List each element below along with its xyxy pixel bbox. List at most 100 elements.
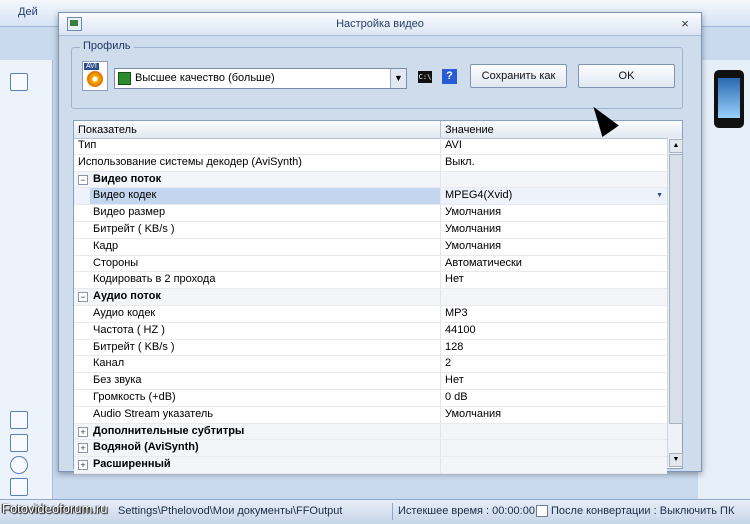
category-label: Аудио поток bbox=[93, 290, 161, 303]
background-title-fragment: Дей bbox=[18, 6, 38, 18]
column-divider bbox=[440, 339, 441, 356]
property-value[interactable]: 0 dB bbox=[445, 391, 468, 403]
avi-label: AVI bbox=[84, 63, 99, 70]
device-icon[interactable] bbox=[10, 478, 28, 496]
shutdown-checkbox[interactable] bbox=[536, 505, 548, 517]
chevron-down-icon[interactable]: ▼ bbox=[656, 192, 663, 199]
dialog-title: Настройка видео bbox=[336, 18, 424, 30]
property-name: Audio Stream указатель bbox=[93, 407, 213, 420]
command-line-icon[interactable]: C:\ bbox=[418, 71, 432, 83]
column-divider bbox=[440, 221, 441, 238]
property-value[interactable]: 44100 bbox=[445, 324, 476, 336]
collapse-icon[interactable]: − bbox=[78, 292, 88, 303]
property-row[interactable]: Громкость (+dB) 0 dB bbox=[74, 389, 667, 407]
vertical-scrollbar[interactable]: ▲ ▼ bbox=[667, 138, 683, 467]
property-value[interactable]: 128 bbox=[445, 341, 463, 353]
property-row[interactable]: Частота ( HZ ) 44100 bbox=[74, 322, 667, 340]
column-header-name[interactable]: Показатель bbox=[78, 124, 137, 136]
column-divider[interactable] bbox=[440, 121, 441, 138]
column-divider bbox=[440, 305, 441, 322]
property-name: Громкость (+dB) bbox=[93, 390, 176, 403]
category-row[interactable]: + Дополнительные субтитры bbox=[74, 423, 667, 441]
property-row[interactable]: Audio Stream указатель Умолчания bbox=[74, 406, 667, 424]
property-row[interactable]: Аудио кодек MP3 bbox=[74, 305, 667, 323]
property-grid: Показатель Значение Тип AVI Использование … bbox=[73, 120, 683, 474]
category-row[interactable]: − Видео поток bbox=[74, 171, 667, 189]
property-value[interactable]: MPEG4(Xvid) bbox=[445, 189, 512, 201]
property-row[interactable]: Тип AVI bbox=[74, 138, 667, 155]
audio-icon[interactable] bbox=[10, 411, 28, 429]
property-row[interactable]: Без звука Нет bbox=[74, 373, 667, 390]
property-name: Без звука bbox=[93, 374, 142, 387]
category-label: Видео поток bbox=[93, 172, 162, 185]
dialog-titlebar[interactable]: Настройка видео × bbox=[59, 13, 701, 36]
property-name: Кодировать в 2 прохода bbox=[93, 273, 216, 286]
disc-icon bbox=[87, 71, 103, 87]
property-row[interactable]: Видео кодек MPEG4(Xvid) ▼ bbox=[74, 188, 667, 206]
column-header-value[interactable]: Значение bbox=[445, 124, 494, 136]
property-name: Стороны bbox=[93, 256, 139, 269]
ok-button[interactable]: OK bbox=[578, 64, 675, 88]
column-divider bbox=[440, 423, 441, 440]
category-row[interactable]: + Водяной (AviSynth) bbox=[74, 440, 667, 458]
property-name: Тип bbox=[78, 139, 97, 151]
property-row[interactable]: Битрейт ( KB/s ) Умолчания bbox=[74, 221, 667, 239]
watermark: Fotovideoforum.ru bbox=[2, 501, 108, 516]
category-row[interactable]: − Аудио поток bbox=[74, 289, 667, 306]
property-name: Кадр bbox=[93, 239, 119, 252]
property-name: Частота ( HZ ) bbox=[93, 323, 165, 336]
category-label: Водяной (AviSynth) bbox=[93, 441, 199, 454]
expand-icon[interactable]: + bbox=[78, 460, 88, 471]
property-row[interactable]: Использование системы декодер (AviSynth)… bbox=[74, 154, 667, 172]
property-value[interactable]: Автоматически bbox=[445, 257, 522, 269]
property-value[interactable]: Умолчания bbox=[445, 223, 501, 235]
property-value[interactable]: Выкл. bbox=[445, 156, 475, 168]
chevron-down-icon[interactable]: ▼ bbox=[390, 69, 406, 88]
film-icon bbox=[118, 72, 131, 85]
property-value[interactable]: MP3 bbox=[445, 307, 468, 319]
category-label: Дополнительные субтитры bbox=[93, 424, 245, 437]
property-row[interactable]: Кодировать в 2 прохода Нет bbox=[74, 272, 667, 290]
profile-select[interactable]: Высшее качество (больше) ▼ bbox=[114, 68, 407, 89]
scroll-down-icon[interactable]: ▼ bbox=[669, 453, 683, 467]
category-row[interactable]: + Расширенный bbox=[74, 457, 667, 474]
property-value[interactable]: Умолчания bbox=[445, 206, 501, 218]
list-icon[interactable] bbox=[10, 73, 28, 91]
property-row[interactable]: Стороны Автоматически bbox=[74, 255, 667, 273]
property-name: Аудио кодек bbox=[93, 306, 156, 319]
scroll-thumb[interactable] bbox=[669, 154, 683, 424]
property-value[interactable]: Нет bbox=[445, 273, 464, 285]
disc-icon[interactable] bbox=[10, 456, 28, 474]
category-label: Расширенный bbox=[93, 458, 171, 471]
profile-legend: Профиль bbox=[80, 40, 134, 52]
save-as-button[interactable]: Сохранить как bbox=[470, 64, 567, 88]
property-row[interactable]: Кадр Умолчания bbox=[74, 238, 667, 256]
column-divider bbox=[440, 389, 441, 406]
grid-header: Показатель Значение bbox=[74, 121, 682, 139]
property-row[interactable]: Битрейт ( KB/s ) 128 bbox=[74, 339, 667, 357]
background-right-pane bbox=[698, 60, 750, 500]
property-name: Битрейт ( KB/s ) bbox=[93, 222, 175, 235]
close-button[interactable]: × bbox=[677, 16, 693, 32]
picture-icon[interactable] bbox=[10, 434, 28, 452]
help-icon[interactable]: ? bbox=[442, 69, 457, 84]
property-row[interactable]: Канал 2 bbox=[74, 356, 667, 374]
column-divider bbox=[440, 322, 441, 339]
column-divider bbox=[440, 440, 441, 457]
status-bar: Settings\Pthelovod\Мои документы\FFOutpu… bbox=[0, 499, 750, 524]
column-divider bbox=[440, 171, 441, 188]
expand-icon[interactable]: + bbox=[78, 443, 88, 454]
property-value[interactable]: 2 bbox=[445, 357, 451, 369]
scroll-up-icon[interactable]: ▲ bbox=[669, 139, 683, 153]
property-value[interactable]: Умолчания bbox=[445, 240, 501, 252]
property-value[interactable]: AVI bbox=[445, 139, 462, 151]
property-row[interactable]: Видео размер Умолчания bbox=[74, 205, 667, 222]
property-value[interactable]: Нет bbox=[445, 374, 464, 386]
collapse-icon[interactable]: − bbox=[78, 174, 88, 185]
phone-device-image bbox=[714, 70, 744, 128]
column-divider bbox=[440, 356, 441, 373]
property-value[interactable]: Умолчания bbox=[445, 408, 501, 420]
elapsed-time: Истекшее время : 00:00:00 bbox=[398, 505, 535, 517]
expand-icon[interactable]: + bbox=[78, 426, 88, 437]
column-divider bbox=[440, 457, 441, 473]
